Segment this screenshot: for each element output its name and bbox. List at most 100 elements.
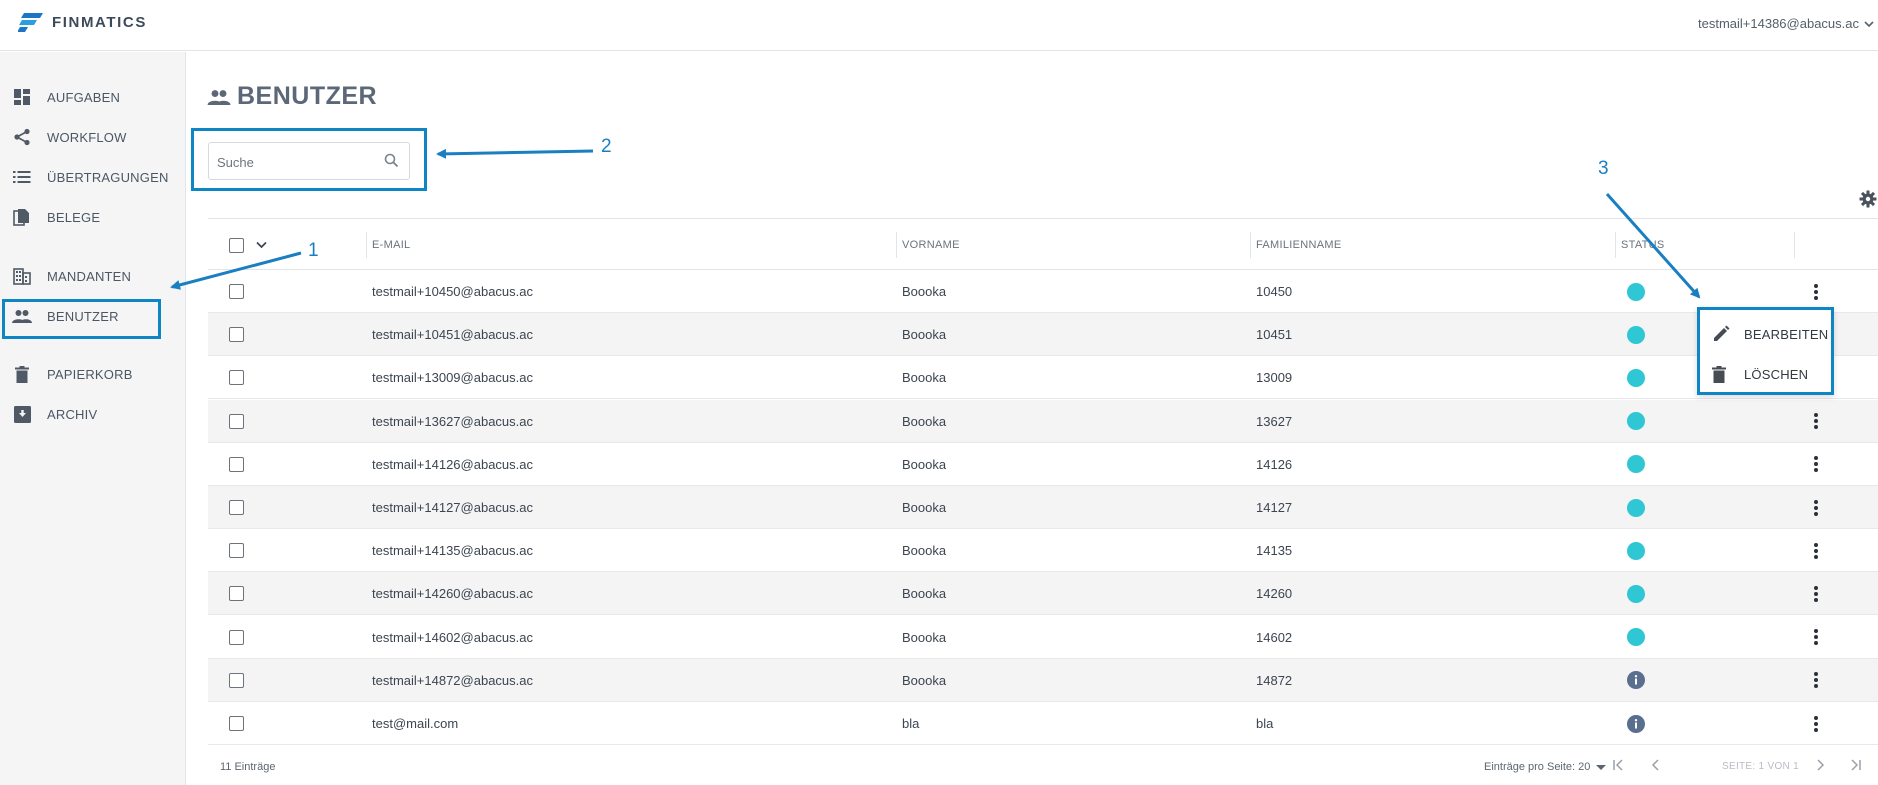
more-vert-icon[interactable]: [1808, 712, 1824, 736]
row-checkbox[interactable]: [229, 500, 244, 515]
familienname-cell: 14602: [1256, 629, 1293, 645]
vorname-cell: Boooka: [902, 543, 947, 559]
table-row[interactable]: testmail+14602@abacus.ac Boooka 14602: [208, 616, 1878, 659]
user-menu[interactable]: testmail+14386@abacus.ac: [1698, 16, 1874, 31]
next-page-icon[interactable]: [1816, 759, 1826, 771]
familienname-cell: 14872: [1256, 672, 1293, 688]
more-vert-icon[interactable]: [1808, 668, 1824, 692]
row-checkbox[interactable]: [229, 543, 244, 559]
vorname-cell: Boooka: [902, 629, 947, 645]
email-cell: testmail+14602@abacus.ac: [372, 629, 533, 645]
row-checkbox-cell: [229, 702, 244, 745]
more-vert-icon[interactable]: [1808, 496, 1824, 520]
sidebar-item-label: BELEGE: [47, 209, 101, 225]
familienname-cell: 14260: [1256, 586, 1293, 602]
info-status-icon: [1627, 714, 1645, 733]
menu-item-loeschen[interactable]: LÖSCHEN: [1700, 354, 1831, 394]
column-header-vorname[interactable]: VORNAME: [896, 219, 960, 271]
table-row[interactable]: test@mail.com bla bla: [208, 702, 1878, 745]
row-checkbox[interactable]: [229, 629, 244, 645]
search-icon[interactable]: [384, 153, 399, 168]
email-cell: testmail+10451@abacus.ac: [372, 327, 533, 343]
sidebar-item-workflow[interactable]: WORKFLOW: [0, 122, 186, 152]
vorname-cell: Boooka: [902, 672, 947, 688]
sidebar-item-mandanten[interactable]: MANDANTEN: [0, 261, 186, 291]
user-email: testmail+14386@abacus.ac: [1698, 16, 1859, 31]
table-row[interactable]: testmail+14135@abacus.ac Boooka 14135: [208, 529, 1878, 573]
table-row[interactable]: testmail+13627@abacus.ac Boooka 13627: [208, 399, 1878, 443]
status-cell: [1627, 270, 1645, 313]
row-checkbox[interactable]: [229, 327, 244, 343]
table-header: E-MAIL VORNAME FAMILIENNAME STATUS: [208, 218, 1878, 270]
status-active-dot: [1627, 498, 1645, 517]
row-checkbox-cell: [229, 486, 244, 529]
finmatics-logo[interactable]: FINMATICS: [18, 11, 147, 33]
users-icon: [12, 306, 32, 326]
column-header-familienname[interactable]: FAMILIENNAME: [1250, 219, 1342, 271]
more-vert-icon[interactable]: [1808, 452, 1824, 476]
row-checkbox-cell: [229, 356, 244, 399]
table-row[interactable]: testmail+14260@abacus.ac Boooka 14260: [208, 572, 1878, 616]
more-vert-icon[interactable]: [1808, 280, 1824, 304]
status-cell: [1627, 529, 1645, 572]
page-info: SEITE: 1 VON 1: [1722, 761, 1800, 772]
per-page-select[interactable]: Einträge pro Seite: 20: [1484, 761, 1607, 773]
first-page-icon[interactable]: [1612, 759, 1626, 771]
familienname-cell: 10451: [1256, 327, 1293, 343]
row-checkbox[interactable]: [229, 284, 244, 299]
sidebar-item-benutzer[interactable]: BENUTZER: [0, 301, 186, 331]
email-cell: testmail+14135@abacus.ac: [372, 543, 533, 559]
row-checkbox[interactable]: [229, 413, 244, 429]
menu-item-bearbeiten[interactable]: BEARBEITEN: [1700, 314, 1831, 354]
sidebar-item-uebertragungen[interactable]: ÜBERTRAGUNGEN: [0, 162, 186, 192]
table-row[interactable]: testmail+10450@abacus.ac Boooka 10450: [208, 270, 1878, 313]
table-row[interactable]: testmail+14872@abacus.ac Boooka 14872: [208, 658, 1878, 702]
more-vert-icon[interactable]: [1808, 539, 1824, 563]
table-footer: 11 Einträge Einträge pro Seite: 20 SEITE…: [208, 749, 1878, 785]
sidebar-item-archiv[interactable]: ARCHIV: [0, 399, 186, 429]
sidebar-item-aufgaben[interactable]: AUFGABEN: [0, 82, 186, 112]
search-input[interactable]: [217, 152, 377, 172]
column-header-status[interactable]: STATUS: [1615, 219, 1665, 271]
last-page-icon[interactable]: [1848, 759, 1862, 771]
more-vert-icon[interactable]: [1808, 582, 1824, 606]
row-checkbox[interactable]: [229, 672, 244, 688]
sidebar: AUFGABEN WORKFLOW ÜBERTRAGUNGEN BELEGE M…: [0, 52, 186, 785]
row-checkbox[interactable]: [229, 716, 244, 731]
table-row[interactable]: testmail+14127@abacus.ac Boooka 14127: [208, 486, 1878, 529]
documents-icon: [12, 207, 32, 227]
select-all-checkbox[interactable]: [229, 237, 244, 253]
row-checkbox[interactable]: [229, 456, 244, 472]
table-row[interactable]: testmail+10451@abacus.ac Boooka 10451: [208, 313, 1878, 357]
email-cell: test@mail.com: [372, 716, 459, 731]
sidebar-item-label: AUFGABEN: [47, 89, 121, 105]
share-icon: [12, 127, 32, 147]
row-checkbox-cell: [229, 400, 244, 443]
column-header-email[interactable]: E-MAIL: [366, 219, 410, 271]
vorname-cell: Boooka: [902, 586, 947, 602]
menu-item-label: BEARBEITEN: [1744, 326, 1829, 342]
vorname-cell: Boooka: [902, 370, 947, 386]
row-checkbox-cell: [229, 270, 244, 313]
chevron-down-icon[interactable]: [256, 241, 267, 249]
row-checkbox[interactable]: [229, 370, 244, 386]
sidebar-item-label: ARCHIV: [47, 406, 98, 422]
table-row[interactable]: testmail+14126@abacus.ac Boooka 14126: [208, 443, 1878, 486]
row-actions-cell: [1808, 400, 1824, 443]
gear-icon[interactable]: [1859, 190, 1877, 208]
more-vert-icon[interactable]: [1808, 409, 1824, 433]
row-actions-cell: [1808, 486, 1824, 529]
status-active-dot: [1627, 541, 1645, 560]
row-context-menu: BEARBEITEN LÖSCHEN: [1697, 307, 1834, 395]
table-row[interactable]: testmail+13009@abacus.ac Boooka 13009: [208, 356, 1878, 400]
previous-page-icon[interactable]: [1650, 759, 1660, 771]
status-cell: [1627, 486, 1645, 529]
familienname-cell: bla: [1256, 716, 1274, 731]
more-vert-icon[interactable]: [1808, 625, 1824, 649]
sidebar-item-belege[interactable]: BELEGE: [0, 202, 186, 232]
row-checkbox[interactable]: [229, 586, 244, 602]
sidebar-item-papierkorb[interactable]: PAPIERKORB: [0, 359, 186, 389]
row-actions-cell: [1808, 659, 1824, 702]
email-cell: testmail+14127@abacus.ac: [372, 500, 533, 515]
status-cell: [1627, 443, 1645, 486]
